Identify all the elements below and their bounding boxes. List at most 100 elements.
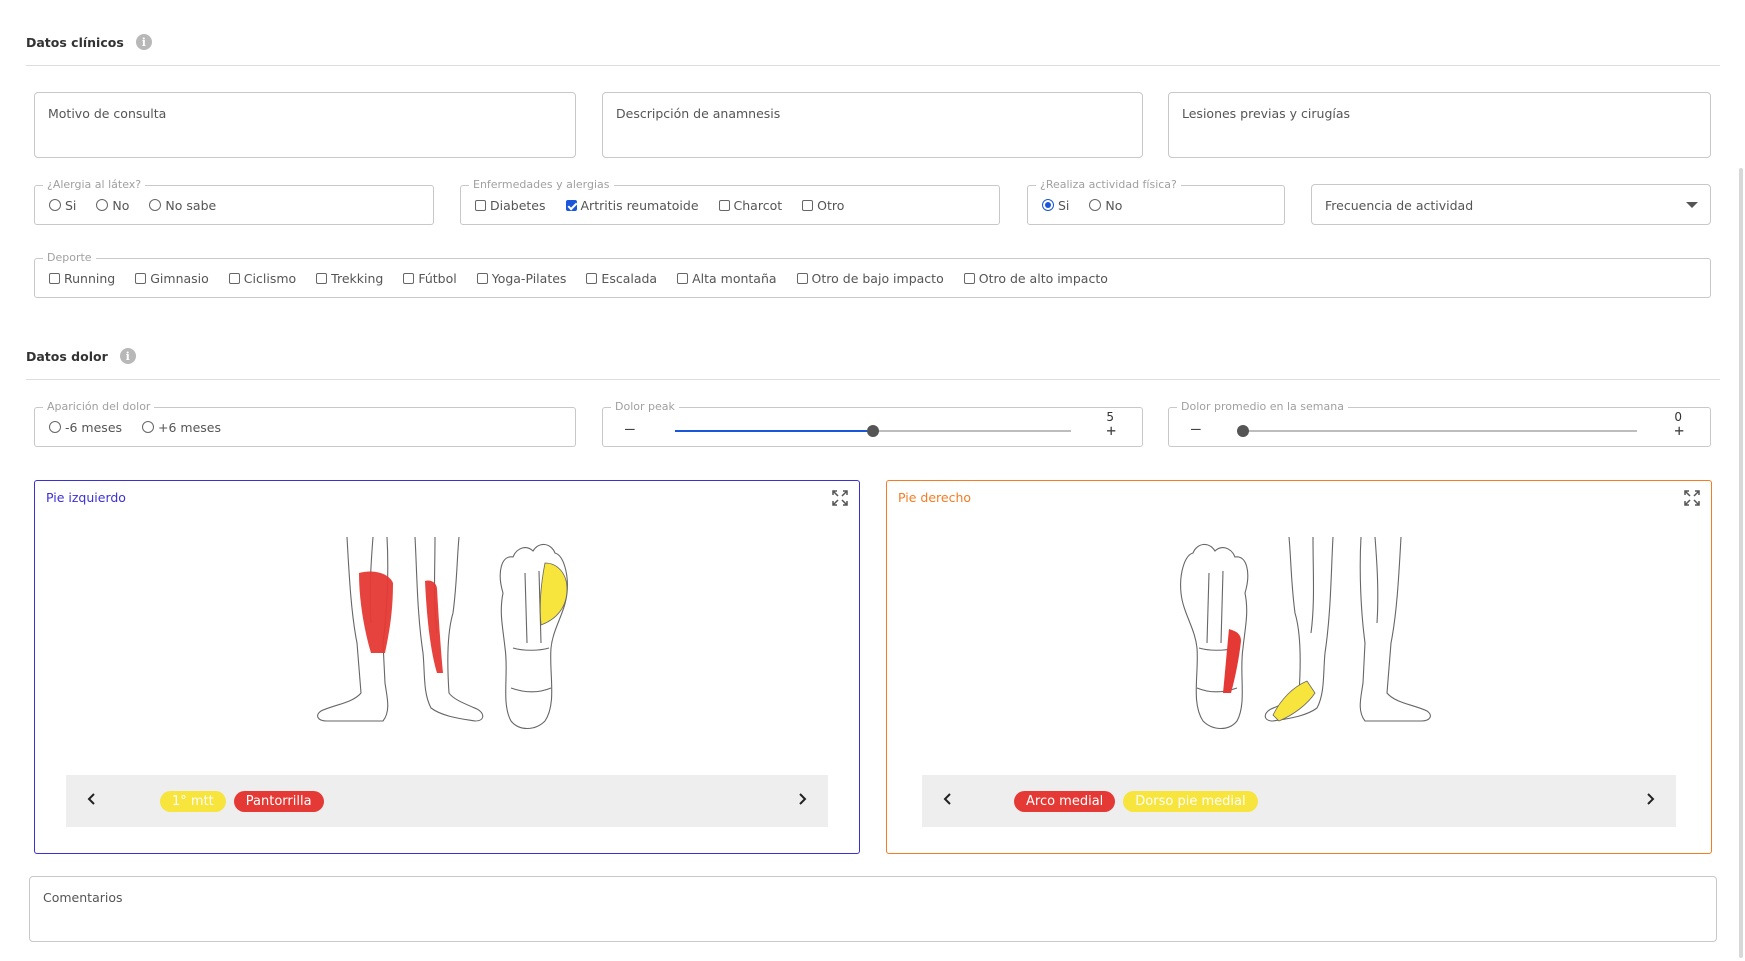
- deporte-trekking[interactable]: Trekking: [316, 271, 383, 286]
- radio-icon[interactable]: [149, 199, 162, 211]
- actividad-fisica-group: ¿Realiza actividad física? Si No: [1027, 178, 1285, 225]
- checkbox-icon[interactable]: [403, 272, 415, 284]
- deporte-bajo-impacto[interactable]: Otro de bajo impacto: [796, 271, 944, 286]
- tag-pantorrilla[interactable]: Pantorrilla: [233, 790, 324, 812]
- enfermedades-group: Enfermedades y alergias Diabetes Artriti…: [460, 178, 1000, 225]
- info-icon[interactable]: i: [119, 348, 136, 364]
- dolor-promedio-slider[interactable]: [1237, 425, 1637, 437]
- deporte-ciclismo[interactable]: Ciclismo: [228, 271, 296, 286]
- dolor-peak-decrement-button[interactable]: –: [625, 421, 635, 437]
- dolor-promedio-slider-thumb[interactable]: [1237, 425, 1249, 437]
- deporte-running[interactable]: Running: [49, 271, 115, 286]
- scrollbar[interactable]: [1739, 168, 1743, 958]
- actividad-option-si[interactable]: Si: [1042, 198, 1069, 213]
- right-foot-diagram: [1180, 536, 1431, 730]
- pain-section-title: Datos dolor i: [26, 348, 136, 364]
- motivo-consulta-placeholder: Motivo de consulta: [48, 106, 167, 121]
- calf-side-highlight[interactable]: [425, 580, 443, 673]
- motivo-consulta-field[interactable]: Motivo de consulta: [34, 92, 576, 158]
- anamnesis-field[interactable]: Descripción de anamnesis: [602, 92, 1143, 158]
- checkbox-icon[interactable]: [228, 272, 240, 284]
- radio-icon[interactable]: [1089, 199, 1102, 211]
- checkbox-icon[interactable]: [475, 199, 486, 211]
- deporte-futbol[interactable]: Fútbol: [403, 271, 457, 286]
- checkbox-icon[interactable]: [476, 272, 488, 284]
- left-foot-diagram: [317, 536, 568, 730]
- deporte-alto-impacto[interactable]: Otro de alto impacto: [963, 271, 1108, 286]
- calf-highlight[interactable]: [359, 571, 393, 653]
- aparicion-mas-6[interactable]: +6 meses: [142, 420, 221, 435]
- radio-icon[interactable]: [49, 421, 61, 433]
- clinical-section-title: Datos clínicos i: [26, 34, 152, 50]
- lesiones-placeholder: Lesiones previas y cirugías: [1182, 106, 1351, 121]
- tag-1-mtt[interactable]: 1° mtt: [160, 790, 226, 812]
- checkbox-checked-icon[interactable]: [565, 199, 577, 211]
- latex-option-no[interactable]: No: [96, 198, 129, 213]
- checkbox-icon[interactable]: [718, 199, 730, 211]
- dolor-peak-legend: Dolor peak: [611, 400, 679, 413]
- anamnesis-placeholder: Descripción de anamnesis: [616, 106, 781, 121]
- comentarios-placeholder: Comentarios: [43, 890, 123, 905]
- info-icon[interactable]: i: [135, 34, 152, 50]
- chevron-left-icon[interactable]: [936, 787, 960, 811]
- left-foot-tags-bar: 1° mtt Pantorrilla: [66, 775, 828, 827]
- chevron-down-icon: [1686, 202, 1698, 208]
- expand-icon[interactable]: [831, 489, 849, 507]
- checkbox-icon[interactable]: [49, 272, 60, 284]
- checkbox-icon[interactable]: [963, 272, 975, 284]
- checkbox-icon[interactable]: [802, 199, 814, 211]
- deporte-gimnasio[interactable]: Gimnasio: [135, 271, 209, 286]
- latex-option-no-sabe[interactable]: No sabe: [149, 198, 216, 213]
- comentarios-field[interactable]: Comentarios: [29, 876, 1717, 942]
- radio-selected-icon[interactable]: [1042, 199, 1054, 211]
- right-foot-tags-bar: Arco medial Dorso pie medial: [922, 775, 1676, 827]
- aparicion-dolor-group: Aparición del dolor -6 meses +6 meses: [34, 400, 576, 447]
- divider: [26, 379, 1720, 380]
- enfermedad-charcot[interactable]: Charcot: [718, 198, 782, 213]
- expand-icon[interactable]: [1683, 489, 1701, 507]
- right-foot-title: Pie derecho: [898, 490, 972, 505]
- dolor-promedio-decrement-button[interactable]: –: [1191, 421, 1201, 437]
- radio-icon[interactable]: [142, 421, 155, 433]
- deporte-escalada[interactable]: Escalada: [586, 271, 657, 286]
- deporte-yoga[interactable]: Yoga-Pilates: [476, 271, 566, 286]
- clinical-title-text: Datos clínicos: [26, 34, 124, 50]
- right-foot-tags: Arco medial Dorso pie medial: [1014, 775, 1258, 827]
- actividad-option-no[interactable]: No: [1089, 198, 1122, 213]
- deporte-alta-montana[interactable]: Alta montaña: [677, 271, 777, 286]
- right-foot-card: Pie derecho Arco medial Dorso pie medial: [886, 480, 1712, 854]
- tag-dorso-pie-medial[interactable]: Dorso pie medial: [1123, 790, 1258, 812]
- left-foot-card: Pie izquierdo 1° mtt Pantorrilla: [34, 480, 860, 854]
- lesiones-field[interactable]: Lesiones previas y cirugías: [1168, 92, 1711, 158]
- dolor-peak-slider-thumb[interactable]: [867, 425, 879, 437]
- divider: [26, 65, 1720, 66]
- dolor-peak-slider[interactable]: [675, 425, 1071, 437]
- dolor-peak-increment-button[interactable]: +: [1106, 423, 1116, 439]
- checkbox-icon[interactable]: [316, 272, 328, 284]
- enfermedad-diabetes[interactable]: Diabetes: [475, 198, 546, 213]
- left-foot-tags: 1° mtt Pantorrilla: [160, 775, 324, 827]
- medial-dorsum-highlight[interactable]: [1272, 680, 1316, 722]
- dolor-promedio-increment-button[interactable]: +: [1674, 423, 1684, 439]
- radio-icon[interactable]: [96, 199, 109, 211]
- radio-icon[interactable]: [49, 199, 61, 211]
- chevron-right-icon[interactable]: [1638, 787, 1662, 811]
- dolor-promedio-slider-group: Dolor promedio en la semana – 0 +: [1168, 400, 1711, 447]
- checkbox-icon[interactable]: [796, 272, 808, 284]
- medial-arch-highlight[interactable]: [1223, 629, 1241, 693]
- checkbox-icon[interactable]: [677, 272, 689, 284]
- enfermedad-artritis[interactable]: Artritis reumatoide: [565, 198, 699, 213]
- tag-arco-medial[interactable]: Arco medial: [1014, 790, 1116, 812]
- frecuencia-placeholder: Frecuencia de actividad: [1325, 198, 1474, 213]
- checkbox-icon[interactable]: [135, 272, 147, 284]
- latex-option-si[interactable]: Si: [49, 198, 76, 213]
- first-mtt-highlight[interactable]: [539, 562, 568, 626]
- chevron-left-icon[interactable]: [80, 787, 104, 811]
- latex-allergy-group: ¿Alergia al látex? Si No No sabe: [34, 178, 434, 225]
- dolor-promedio-legend: Dolor promedio en la semana: [1177, 400, 1348, 413]
- chevron-right-icon[interactable]: [790, 787, 814, 811]
- checkbox-icon[interactable]: [586, 272, 598, 284]
- frecuencia-select[interactable]: Frecuencia de actividad: [1311, 184, 1711, 225]
- enfermedad-otro[interactable]: Otro: [802, 198, 844, 213]
- aparicion-menos-6[interactable]: -6 meses: [49, 420, 122, 435]
